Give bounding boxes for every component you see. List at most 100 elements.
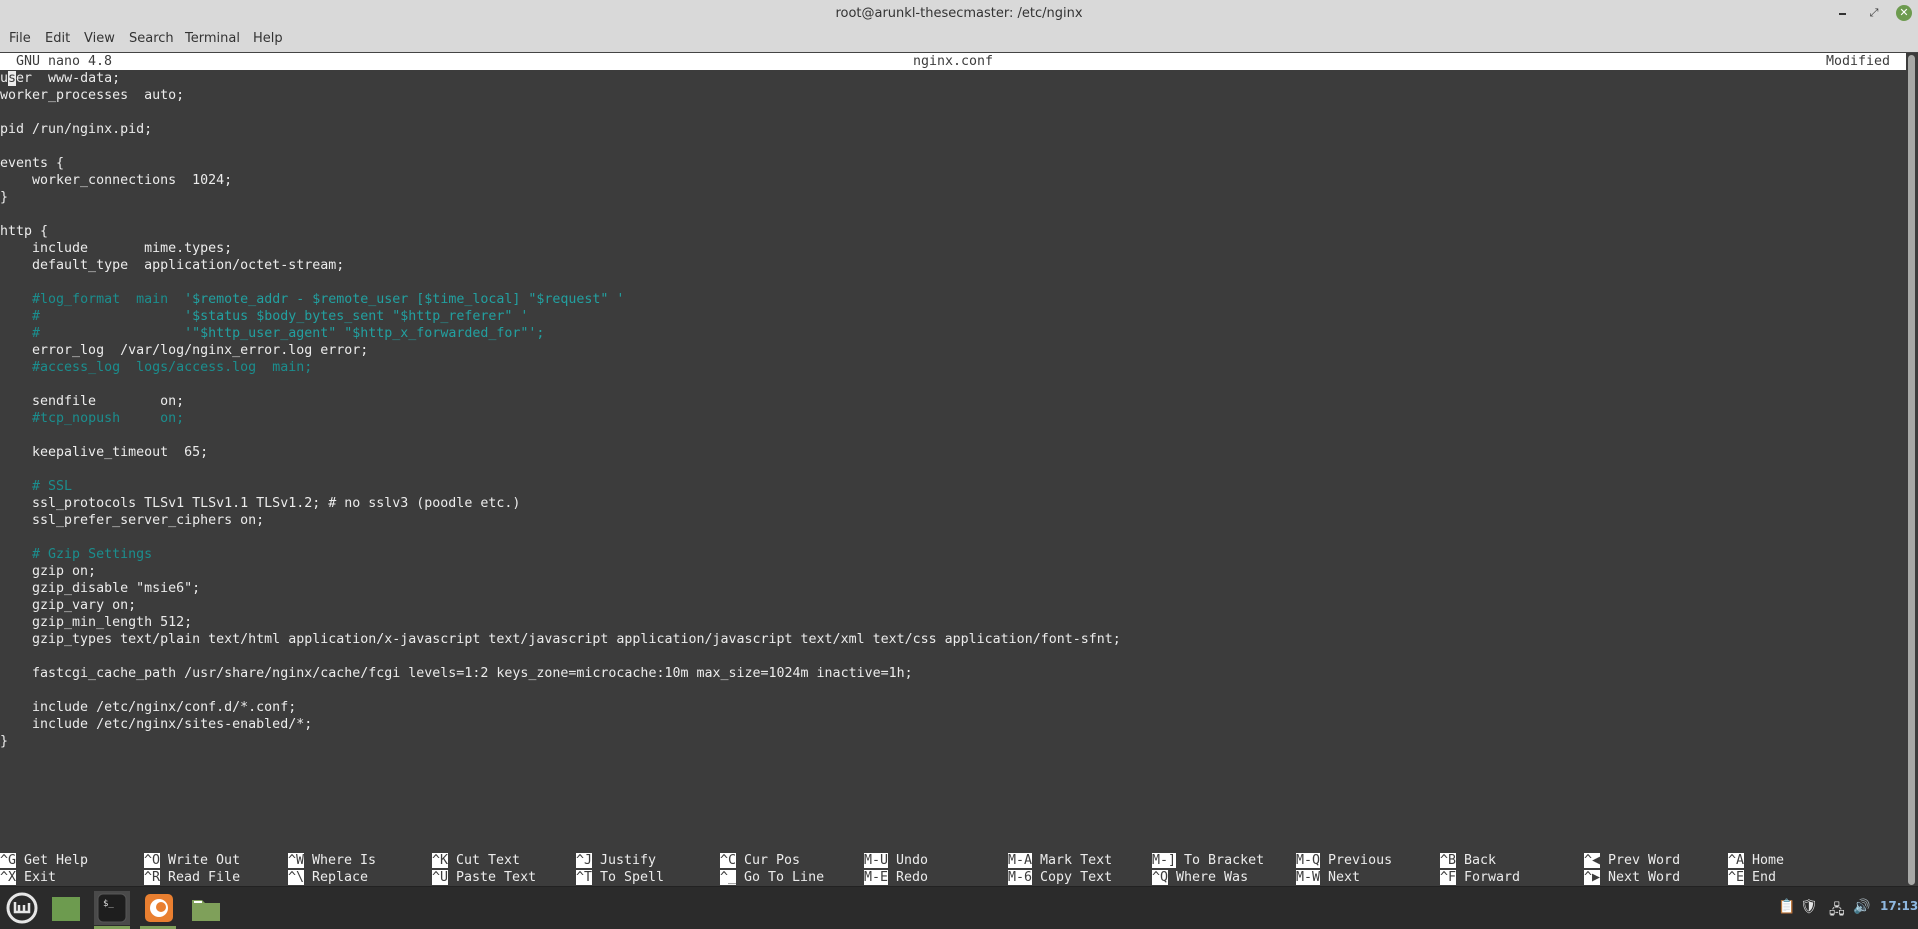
files-taskbar-button[interactable] bbox=[188, 891, 224, 925]
window-title: root@arunkl-thesecmaster: /etc/nginx bbox=[835, 6, 1083, 21]
shortcut-forward[interactable]: ^F Forward bbox=[1440, 869, 1520, 886]
menu-search[interactable]: Search bbox=[129, 31, 174, 46]
code-line[interactable]: #tcp_nopush on; bbox=[0, 410, 184, 427]
shortcut-redo[interactable]: M-E Redo bbox=[864, 869, 928, 886]
shortcut-key: ^A bbox=[1728, 853, 1745, 868]
shortcut-prev-word[interactable]: ^◀ Prev Word bbox=[1584, 852, 1680, 869]
code-text: sendfile on; bbox=[0, 394, 185, 409]
shortcut-to-bracket[interactable]: M-] To Bracket bbox=[1152, 852, 1264, 869]
firefox-taskbar-button[interactable] bbox=[140, 891, 176, 929]
shortcut-read-file[interactable]: ^R Read File bbox=[144, 869, 240, 886]
code-line[interactable]: # Gzip Settings bbox=[0, 546, 152, 563]
code-text: gzip_disable "msie6"; bbox=[0, 581, 201, 596]
code-line[interactable]: # '"$http_user_agent" "$http_x_forwarded… bbox=[0, 325, 544, 342]
shortcut-write-out[interactable]: ^O Write Out bbox=[144, 852, 240, 869]
window-titlebar[interactable]: root@arunkl-thesecmaster: /etc/nginx ⤢ ✕ bbox=[0, 0, 1918, 27]
code-line[interactable]: keepalive_timeout 65; bbox=[0, 444, 208, 461]
shield-icon[interactable]: 🛡 bbox=[1800, 899, 1818, 915]
code-line[interactable]: #access_log logs/access.log main; bbox=[0, 359, 312, 376]
shortcut-end[interactable]: ^E End bbox=[1728, 869, 1776, 886]
shortcut-next[interactable]: M-W Next bbox=[1296, 869, 1360, 886]
code-line[interactable]: gzip on; bbox=[0, 563, 96, 580]
shortcut-where-was[interactable]: ^Q Where Was bbox=[1152, 869, 1248, 886]
shortcut-justify[interactable]: ^J Justify bbox=[576, 852, 656, 869]
code-line[interactable]: gzip_disable "msie6"; bbox=[0, 580, 200, 597]
code-comment: # SSL bbox=[32, 479, 73, 494]
code-text: http { bbox=[0, 224, 49, 239]
code-line[interactable]: error_log /var/log/nginx_error.log error… bbox=[0, 342, 368, 359]
shortcut-replace[interactable]: ^\ Replace bbox=[288, 869, 368, 886]
code-line[interactable]: include /etc/nginx/conf.d/*.conf; bbox=[0, 699, 296, 716]
scrollbar[interactable] bbox=[1908, 55, 1915, 885]
code-line[interactable]: } bbox=[0, 733, 8, 750]
maximize-button[interactable]: ⤢ bbox=[1866, 5, 1882, 21]
shortcut-copy-text[interactable]: M-6 Copy Text bbox=[1008, 869, 1112, 886]
code-line[interactable]: } bbox=[0, 189, 8, 206]
code-line[interactable]: ssl_protocols TLSv1 TLSv1.1 TLSv1.2; # n… bbox=[0, 495, 520, 512]
menu-help[interactable]: Help bbox=[253, 31, 283, 46]
code-line[interactable]: #log_format main '$remote_addr - $remote… bbox=[0, 291, 624, 308]
terminal-taskbar-button[interactable]: $_ bbox=[94, 891, 130, 929]
menu-view[interactable]: View bbox=[84, 31, 115, 46]
code-line[interactable]: ssl_prefer_server_ciphers on; bbox=[0, 512, 264, 529]
code-comment: # bbox=[32, 326, 185, 341]
shortcut-undo[interactable]: M-U Undo bbox=[864, 852, 928, 869]
code-line[interactable]: user www-data; bbox=[0, 70, 120, 87]
code-line[interactable]: pid /run/nginx.pid; bbox=[0, 121, 152, 138]
mint-menu-button[interactable] bbox=[4, 891, 40, 925]
shortcut-key: M-E bbox=[864, 870, 889, 885]
shortcut-label: Home bbox=[1744, 853, 1785, 868]
shortcut-cut-text[interactable]: ^K Cut Text bbox=[432, 852, 520, 869]
volume-icon[interactable]: 🔊 bbox=[1853, 899, 1870, 915]
shortcut-home[interactable]: ^A Home bbox=[1728, 852, 1784, 869]
shortcut-label: To Bracket bbox=[1176, 853, 1265, 868]
shortcut-label: Back bbox=[1456, 853, 1497, 868]
network-icon[interactable]: 🖧 bbox=[1829, 899, 1845, 923]
shortcut-where-is[interactable]: ^W Where Is bbox=[288, 852, 376, 869]
clock[interactable]: 17:13 bbox=[1880, 899, 1918, 913]
shortcut-exit[interactable]: ^X Exit bbox=[0, 869, 56, 886]
code-line[interactable]: fastcgi_cache_path /usr/share/nginx/cach… bbox=[0, 665, 913, 682]
shortcut-back[interactable]: ^B Back bbox=[1440, 852, 1496, 869]
show-desktop-button[interactable] bbox=[48, 891, 84, 925]
clipboard-icon[interactable]: 📋 bbox=[1778, 899, 1795, 915]
code-line[interactable]: include mime.types; bbox=[0, 240, 232, 257]
shortcut-label: Next bbox=[1320, 870, 1361, 885]
menu-terminal[interactable]: Terminal bbox=[185, 31, 240, 46]
menu-edit[interactable]: Edit bbox=[45, 31, 70, 46]
shortcut-key: ^▶ bbox=[1584, 870, 1601, 885]
shortcut-paste-text[interactable]: ^U Paste Text bbox=[432, 869, 536, 886]
shortcut-previous[interactable]: M-Q Previous bbox=[1296, 852, 1392, 869]
shortcut-cur-pos[interactable]: ^C Cur Pos bbox=[720, 852, 800, 869]
shortcut-key: ^C bbox=[720, 853, 737, 868]
code-line[interactable]: worker_connections 1024; bbox=[0, 172, 232, 189]
code-line[interactable]: gzip_types text/plain text/html applicat… bbox=[0, 631, 1121, 648]
shortcut-get-help[interactable]: ^G Get Help bbox=[0, 852, 88, 869]
code-line[interactable]: # '$status $body_bytes_sent "$http_refer… bbox=[0, 308, 528, 325]
shortcut-next-word[interactable]: ^▶ Next Word bbox=[1584, 869, 1680, 886]
code-line[interactable]: worker_processes auto; bbox=[0, 87, 184, 104]
shortcut-mark-text[interactable]: M-A Mark Text bbox=[1008, 852, 1112, 869]
code-line[interactable]: default_type application/octet-stream; bbox=[0, 257, 344, 274]
menu-file[interactable]: File bbox=[9, 31, 31, 46]
text-cursor: s bbox=[8, 71, 17, 86]
shortcut-label: Read File bbox=[160, 870, 241, 885]
shortcut-label: Exit bbox=[16, 870, 57, 885]
code-line[interactable]: gzip_min_length 512; bbox=[0, 614, 192, 631]
code-line[interactable]: gzip_vary on; bbox=[0, 597, 136, 614]
code-line[interactable]: sendfile on; bbox=[0, 393, 184, 410]
close-button[interactable]: ✕ bbox=[1896, 5, 1912, 21]
code-line[interactable]: events { bbox=[0, 155, 64, 172]
code-line[interactable]: # SSL bbox=[0, 478, 72, 495]
shortcut-label: Redo bbox=[888, 870, 929, 885]
shortcut-to-spell[interactable]: ^T To Spell bbox=[576, 869, 664, 886]
code-line[interactable]: http { bbox=[0, 223, 48, 240]
shortcut-key: M-6 bbox=[1008, 870, 1033, 885]
code-line[interactable]: include /etc/nginx/sites-enabled/*; bbox=[0, 716, 312, 733]
editor-text-area[interactable]: user www-data; worker_processes auto; pid … bbox=[0, 70, 1906, 842]
shortcut-go-to-line[interactable]: ^_ Go To Line bbox=[720, 869, 824, 886]
minimize-button[interactable] bbox=[1835, 5, 1851, 21]
